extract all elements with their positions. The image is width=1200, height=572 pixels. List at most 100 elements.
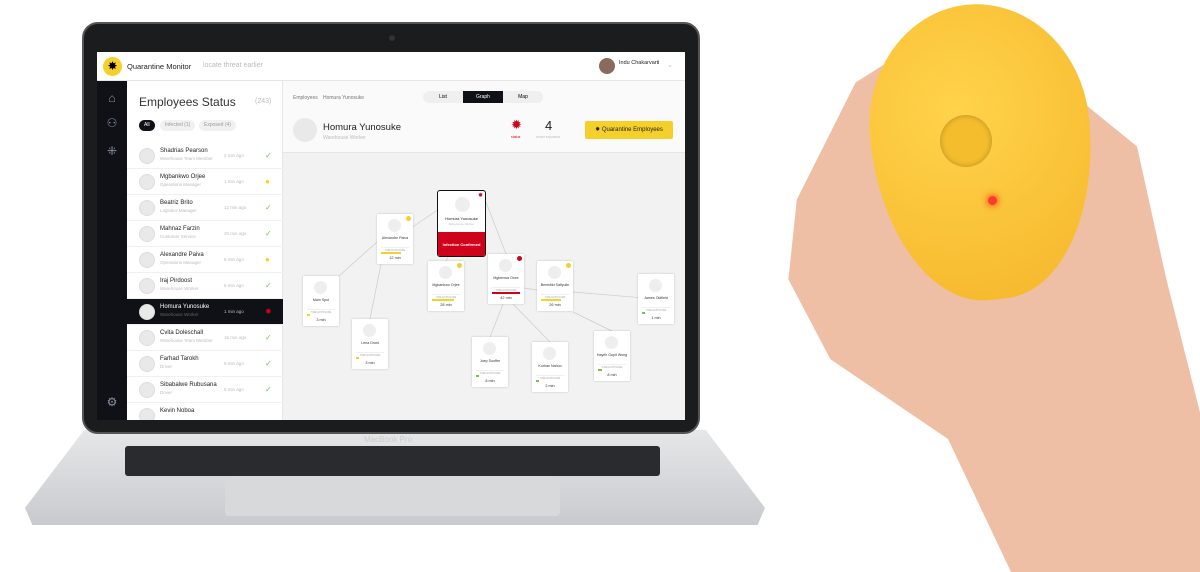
employee-list-item[interactable]: Iraj Pirdoost Warehouse Worker 6 min ago…: [127, 273, 283, 299]
avatar: [139, 356, 155, 372]
status-ok-icon: ✓: [265, 359, 272, 368]
node-avatar: [363, 324, 376, 337]
node-name: Hayrih Gupit Wong: [596, 353, 628, 357]
graph-node[interactable]: Mgbankwo Orjee TIME EXPOSURE 28 min: [428, 261, 464, 311]
graph-node[interactable]: Benedikt Safiyulin TIME EXPOSURE 26 min: [537, 261, 573, 311]
graph-node[interactable]: Lena Drust TIME EXPOSURE 3 min: [352, 319, 388, 369]
employee-list-item[interactable]: Kevin Noboa: [127, 403, 283, 420]
node-name: Main Sput: [312, 298, 330, 302]
graph-node[interactable]: Main Sput TIME EXPOSURE 3 min: [303, 276, 339, 326]
chevron-down-icon[interactable]: ⌄: [667, 61, 673, 69]
employee-role: Driver: [160, 364, 172, 369]
avatar: [139, 226, 155, 242]
avatar: [139, 174, 155, 190]
warning-icon: [517, 256, 522, 261]
employee-list-item[interactable]: Homura Yunosuke Warehouse Worker 1 min a…: [127, 299, 283, 325]
exposure-label: TIME EXPOSURE: [356, 352, 384, 357]
graph-node[interactable]: Joep Souffer TIME EXPOSURE 8 min: [472, 337, 508, 387]
avatar: [139, 330, 155, 346]
sidebar: ⌂ ⚇ ⁜ ⚙: [97, 81, 127, 420]
users-icon[interactable]: ⚇: [105, 116, 119, 130]
exposure-time: 12 min: [389, 256, 401, 260]
employee-list-item[interactable]: Cvita Doleschall Warehouse Team Member 1…: [127, 325, 283, 351]
employee-name: Mgbankwo Orjee: [160, 174, 206, 180]
exposure-label: TIME EXPOSURE: [598, 364, 626, 369]
status-exposed-icon: ●: [265, 255, 270, 264]
employee-name: Mahnaz Farzin: [160, 226, 200, 232]
filter-infected[interactable]: Infected (1): [160, 120, 196, 131]
graph-edge: [572, 311, 613, 332]
top-bar: ✸ Quarantine Monitor locate threat earli…: [97, 52, 685, 81]
employee-name: Shadrias Pearson: [160, 148, 208, 154]
graph-edge: [489, 303, 504, 338]
node-avatar: [483, 342, 496, 355]
avatar: [139, 382, 155, 398]
network-icon[interactable]: ⁜: [105, 144, 119, 158]
exposure-time: 2 min: [545, 384, 555, 388]
employee-name: Farhad Tarokh: [160, 356, 199, 362]
node-avatar: [314, 281, 327, 294]
gear-icon[interactable]: ⚙: [105, 395, 119, 409]
employee-role: Operations Manager: [160, 260, 202, 265]
home-icon[interactable]: ⌂: [105, 91, 119, 105]
avatar: [139, 148, 155, 164]
graph-node[interactable]: Hayrih Gupit Wong TIME EXPOSURE 8 min: [594, 331, 630, 381]
status-infected-icon: ✹: [265, 307, 272, 316]
employee-role: Warehouse Team Member: [160, 156, 213, 161]
status-ok-icon: ✓: [265, 385, 272, 394]
last-seen: 20 min ago: [224, 231, 247, 236]
employee-list-item[interactable]: Mahnaz Farzin Customer Service 20 min ag…: [127, 221, 283, 247]
graph-node[interactable]: Alexandre Paiva TIME EXPOSURE 12 min: [377, 214, 413, 264]
employee-list-item[interactable]: Mgbankwo Orjee Operations Manager 1 min …: [127, 169, 283, 195]
graph-node[interactable]: Kurhan Nahuo TIME EXPOSURE 2 min: [532, 342, 568, 392]
exposure-bar: [642, 312, 645, 314]
last-seen: 2 min ago: [224, 153, 244, 158]
exposure-time: 8 min: [607, 373, 617, 377]
node-avatar: [388, 219, 401, 232]
exposure-label: TIME EXPOSURE: [307, 309, 335, 314]
node-name: Mgbenwa Ocee: [493, 276, 519, 280]
graph-edge: [485, 201, 507, 255]
exposure-bar: [356, 357, 359, 359]
user-avatar[interactable]: [599, 58, 615, 74]
node-avatar: [499, 259, 512, 272]
employee-role: Warehouse Worker: [160, 312, 199, 317]
node-name: Homura Yunosuke: [445, 216, 478, 221]
status-ok-icon: ✓: [265, 229, 272, 238]
infected-icon: ✹: [477, 193, 483, 199]
main-panel: Employees Homura Yunosuke List Graph Map…: [283, 81, 685, 420]
app-screen: ✸ Quarantine Monitor locate threat earli…: [97, 52, 685, 420]
infected-node[interactable]: ✹ Homura Yunosuke Warehouse Worker Infec…: [437, 190, 486, 257]
tagline: locate threat earlier: [203, 62, 263, 69]
user-name[interactable]: Indu Chakarvarti: [619, 60, 659, 66]
employee-name: Iraj Pirdoost: [160, 278, 193, 284]
status-ok-icon: ✓: [265, 333, 272, 342]
camera: [389, 35, 395, 41]
exposure-time: 8 min: [485, 379, 495, 383]
exposure-bar: [492, 292, 520, 294]
filter-exposed[interactable]: Exposed (4): [199, 120, 236, 131]
employee-list-item[interactable]: Farhad Tarokh Driver 9 min ago ✓: [127, 351, 283, 377]
exposure-time: 3 min: [316, 318, 326, 322]
filter-all[interactable]: All: [139, 120, 155, 131]
employee-list-item[interactable]: Sibabalwe Rubusana Driver 8 min ago ✓: [127, 377, 283, 403]
node-avatar: [543, 347, 556, 360]
node-name: Joep Souffer: [479, 359, 501, 363]
infection-confirmed-label: Infection Confirmed: [438, 232, 485, 256]
employee-role: Logistics Manager: [160, 208, 197, 213]
employee-list-item[interactable]: Shadrias Pearson Warehouse Team Member 2…: [127, 143, 283, 169]
graph-node[interactable]: James Oldfield TIME EXPOSURE 1 min: [638, 274, 674, 324]
employee-list-item[interactable]: Beatriz Brito Logistics Manager 12 min a…: [127, 195, 283, 221]
status-ok-icon: ✓: [265, 151, 272, 160]
node-role: Warehouse Worker: [448, 222, 475, 226]
employee-role: Operations Manager: [160, 182, 202, 187]
exposure-time: 1 min: [651, 316, 661, 320]
list-title: Employees Status: [139, 95, 236, 109]
employee-name: Beatriz Brito: [160, 200, 193, 206]
employee-list-item[interactable]: Alexandre Paiva Operations Manager 6 min…: [127, 247, 283, 273]
list-count: (243): [255, 98, 272, 105]
device-led: [988, 196, 997, 205]
node-avatar: [548, 266, 561, 279]
graph-edge: [523, 287, 538, 291]
graph-node[interactable]: Mgbenwa Ocee TIME EXPOSURE 42 min: [488, 254, 524, 304]
